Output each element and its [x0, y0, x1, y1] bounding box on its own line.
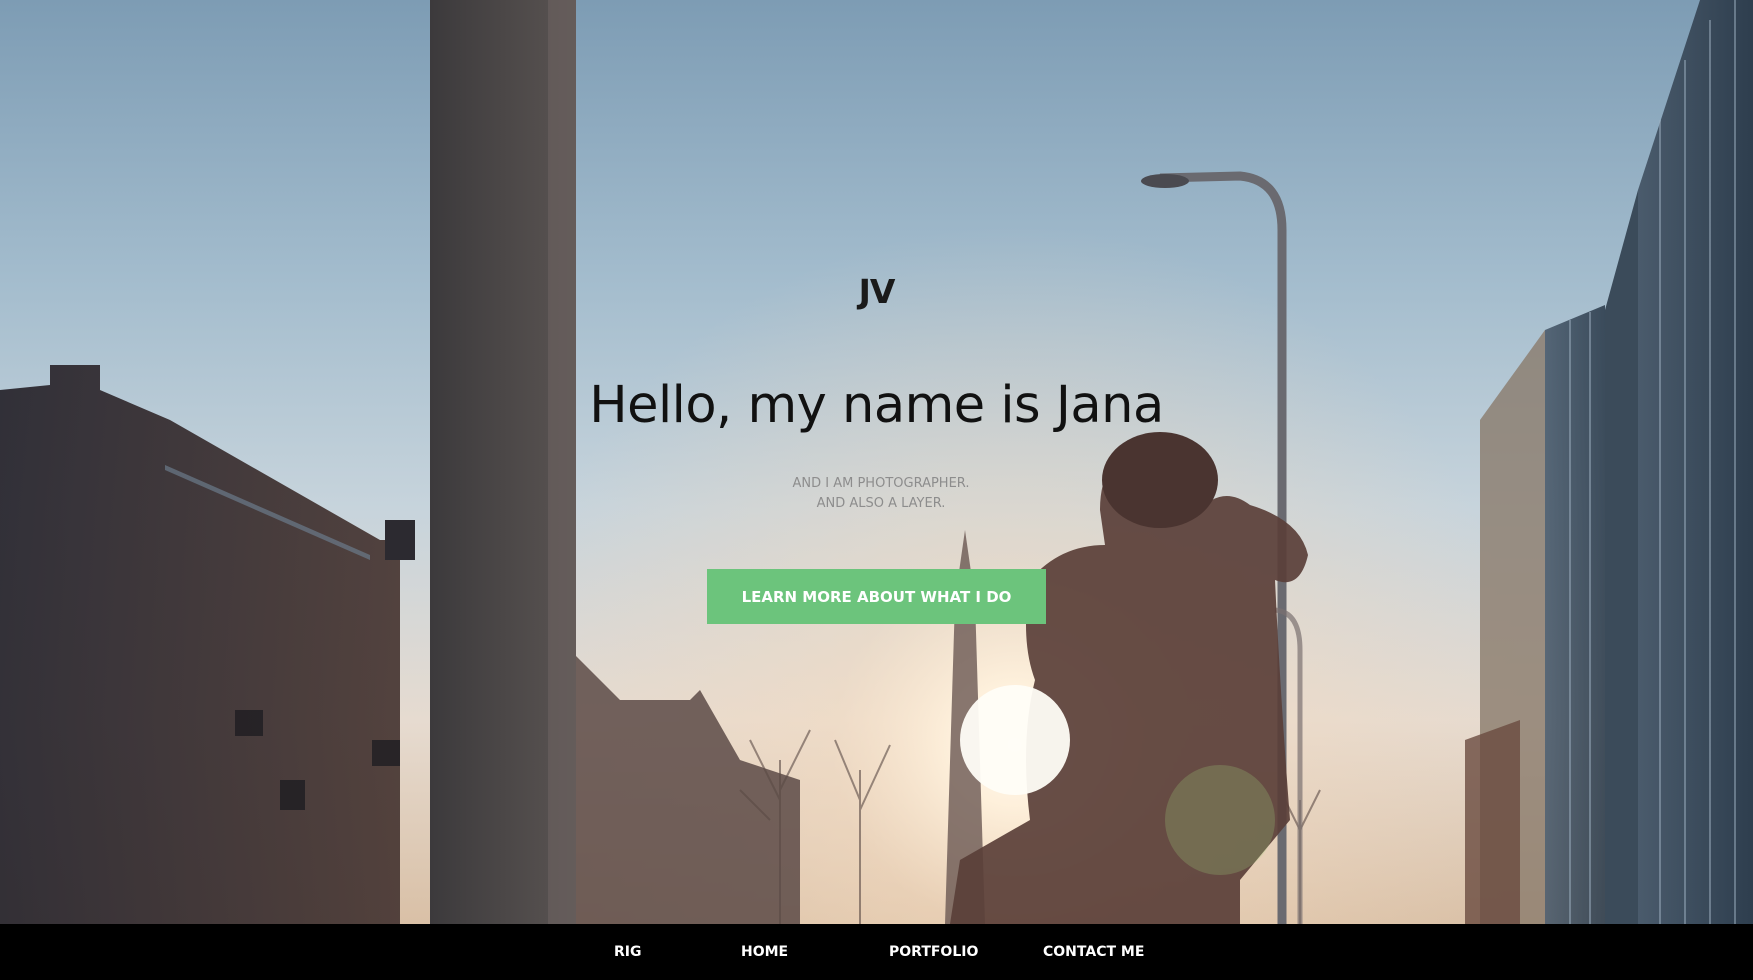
hero-section: JV Hello, my name is Jana AND I AM PHOTO…	[0, 0, 1753, 924]
nav-item-portfolio[interactable]: PORTFOLIO	[889, 924, 978, 980]
learn-more-button[interactable]: LEARN MORE ABOUT WHAT I DO	[707, 569, 1046, 624]
nav-item-contact-me[interactable]: CONTACT ME	[1043, 924, 1144, 980]
site-logo[interactable]: JV	[0, 272, 1753, 311]
bottom-nav-bar: RIG HOME PORTFOLIO CONTACT ME	[0, 924, 1753, 980]
hero-subtitle: AND I AM PHOTOGRAPHER. AND ALSO A LAYER.	[0, 474, 1753, 514]
subtitle-line-2: AND ALSO A LAYER.	[816, 496, 946, 511]
background-photo	[0, 0, 1753, 924]
nav-item-home[interactable]: HOME	[741, 924, 788, 980]
subtitle-line-1: AND I AM PHOTOGRAPHER.	[792, 476, 970, 491]
nav-item-rig[interactable]: RIG	[614, 924, 641, 980]
hero-headline: Hello, my name is Jana	[589, 376, 1164, 435]
